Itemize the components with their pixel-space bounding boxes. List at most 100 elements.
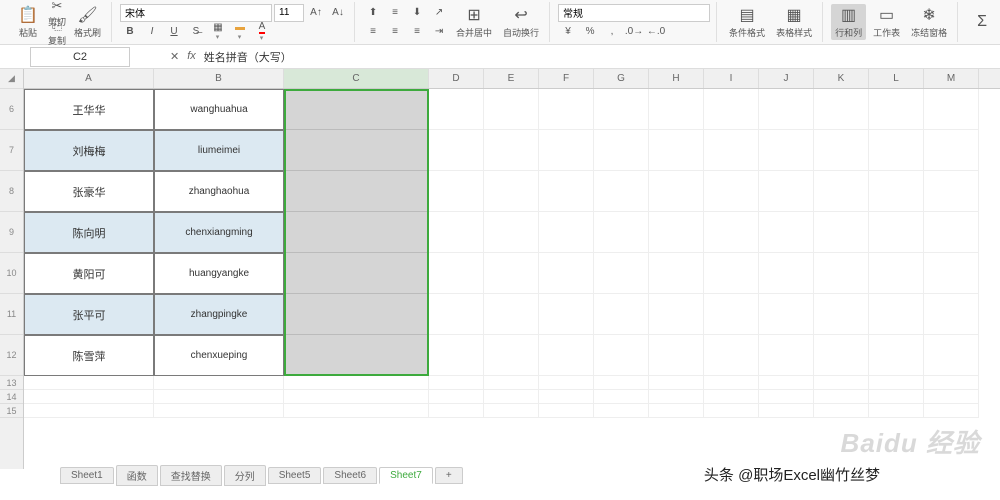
comma-button[interactable]: , <box>602 23 622 41</box>
font-name-select[interactable] <box>120 4 272 22</box>
align-left-button[interactable]: ≡ <box>363 23 383 41</box>
percent-button[interactable]: % <box>580 23 600 41</box>
col-header[interactable]: L <box>869 69 924 88</box>
row-header[interactable]: 11 <box>0 294 23 335</box>
number-format-select[interactable] <box>558 4 710 22</box>
col-header[interactable]: F <box>539 69 594 88</box>
cell[interactable] <box>284 89 429 130</box>
col-header[interactable]: D <box>429 69 484 88</box>
name-box[interactable]: C2 <box>30 47 130 67</box>
border-button[interactable]: ▦▾ <box>208 23 228 41</box>
cell[interactable]: chenxueping <box>154 335 284 376</box>
col-header[interactable]: G <box>594 69 649 88</box>
cell[interactable]: 黄阳可 <box>24 253 154 294</box>
col-header[interactable]: E <box>484 69 539 88</box>
increase-font-button[interactable]: A↑ <box>306 4 326 22</box>
cell[interactable]: zhangpingke <box>154 294 284 335</box>
col-header[interactable]: A <box>24 69 154 88</box>
strikethrough-button[interactable]: S̶ <box>186 23 206 41</box>
decrease-decimal-button[interactable]: ←.0 <box>646 23 666 41</box>
merge-button[interactable]: ⊞合并居中 <box>452 4 496 40</box>
font-size-select[interactable] <box>274 4 304 22</box>
sheet-tab[interactable]: Sheet1 <box>60 467 114 484</box>
copy-button[interactable]: ⎘复制 <box>47 23 67 41</box>
sheet-tab[interactable]: Sheet7 <box>379 467 433 484</box>
cell[interactable]: 陈向明 <box>24 212 154 253</box>
cells-area[interactable]: 王华华wanghuahua 刘梅梅liumeimei 张豪华zhanghaohu… <box>24 89 1000 418</box>
col-header[interactable]: I <box>704 69 759 88</box>
orientation-button[interactable]: ↗ <box>429 4 449 22</box>
paste-button[interactable]: 📋 粘贴 <box>12 4 44 40</box>
worksheet-button[interactable]: ▭工作表 <box>869 4 904 40</box>
formula-input[interactable]: 姓名拼音（大写） <box>204 49 292 65</box>
row-header[interactable]: 12 <box>0 335 23 376</box>
row-header[interactable]: 14 <box>0 390 23 404</box>
cancel-formula-button[interactable]: ✕ <box>170 50 179 63</box>
row-header[interactable]: 15 <box>0 404 23 418</box>
row-headers: ◢ 6 7 8 9 10 11 12 13 14 15 <box>0 69 24 469</box>
fx-button[interactable]: fx <box>187 50 196 63</box>
new-sheet-button[interactable]: + <box>435 467 463 484</box>
cell[interactable]: liumeimei <box>154 130 284 171</box>
col-header[interactable]: H <box>649 69 704 88</box>
underline-button[interactable]: U <box>164 23 184 41</box>
cell[interactable]: 张豪华 <box>24 171 154 212</box>
table-style-icon: ▦ <box>784 5 804 25</box>
cond-fmt-icon: ▤ <box>737 5 757 25</box>
cell[interactable] <box>284 171 429 212</box>
sheet-tab[interactable]: 函数 <box>116 465 158 486</box>
format-painter-button[interactable]: 🖌 格式刷 <box>70 4 105 40</box>
currency-button[interactable]: ¥ <box>558 23 578 41</box>
merge-icon: ⊞ <box>464 5 484 25</box>
cell[interactable] <box>284 212 429 253</box>
decrease-font-button[interactable]: A↓ <box>328 4 348 22</box>
align-top-button[interactable]: ⬆ <box>363 4 383 22</box>
cell[interactable]: 王华华 <box>24 89 154 130</box>
sheet-tab[interactable]: Sheet5 <box>268 467 322 484</box>
cell[interactable]: wanghuahua <box>154 89 284 130</box>
row-header[interactable]: 13 <box>0 376 23 390</box>
sum-button[interactable]: Σ <box>966 4 998 40</box>
table-style-button[interactable]: ▦表格样式 <box>772 4 816 40</box>
conditional-format-button[interactable]: ▤条件格式 <box>725 4 769 40</box>
row-header[interactable]: 9 <box>0 212 23 253</box>
sheet-tab[interactable]: 查找替换 <box>160 465 222 486</box>
col-header[interactable]: B <box>154 69 284 88</box>
col-header[interactable]: C <box>284 69 429 88</box>
sheet-tab[interactable]: 分列 <box>224 465 266 486</box>
freeze-button[interactable]: ❄冻结窗格 <box>907 4 951 40</box>
cell[interactable] <box>284 130 429 171</box>
align-right-button[interactable]: ≡ <box>407 23 427 41</box>
increase-decimal-button[interactable]: .0→ <box>624 23 644 41</box>
cell[interactable] <box>284 294 429 335</box>
cell[interactable] <box>429 89 484 130</box>
ribbon-toolbar: 📋 粘贴 ✂剪切 ⎘复制 🖌 格式刷 A↑ A↓ B I U S̶ ▦▾ <box>0 0 1000 45</box>
align-bottom-button[interactable]: ⬇ <box>407 4 427 22</box>
cell[interactable]: huangyangke <box>154 253 284 294</box>
row-header[interactable]: 10 <box>0 253 23 294</box>
cell[interactable]: 刘梅梅 <box>24 130 154 171</box>
fill-color-button[interactable]: ▬▾ <box>230 23 250 41</box>
align-center-button[interactable]: ≡ <box>385 23 405 41</box>
col-header[interactable]: M <box>924 69 979 88</box>
sheet-tab[interactable]: Sheet6 <box>323 467 377 484</box>
row-col-button[interactable]: ▥行和列 <box>831 4 866 40</box>
indent-button[interactable]: ⇥ <box>429 23 449 41</box>
row-header[interactable]: 6 <box>0 89 23 130</box>
cell[interactable]: 陈雪萍 <box>24 335 154 376</box>
cell[interactable] <box>284 253 429 294</box>
row-header[interactable]: 7 <box>0 130 23 171</box>
col-header[interactable]: K <box>814 69 869 88</box>
font-color-button[interactable]: A▾ <box>252 23 272 41</box>
cell[interactable]: zhanghaohua <box>154 171 284 212</box>
wrap-button[interactable]: ↩自动换行 <box>499 4 543 40</box>
row-header[interactable]: 8 <box>0 171 23 212</box>
cell[interactable]: chenxiangming <box>154 212 284 253</box>
bold-button[interactable]: B <box>120 23 140 41</box>
cell[interactable] <box>284 335 429 376</box>
cell[interactable]: 张平可 <box>24 294 154 335</box>
col-header[interactable]: J <box>759 69 814 88</box>
italic-button[interactable]: I <box>142 23 162 41</box>
align-middle-button[interactable]: ≡ <box>385 4 405 22</box>
select-all-corner[interactable]: ◢ <box>0 69 23 89</box>
